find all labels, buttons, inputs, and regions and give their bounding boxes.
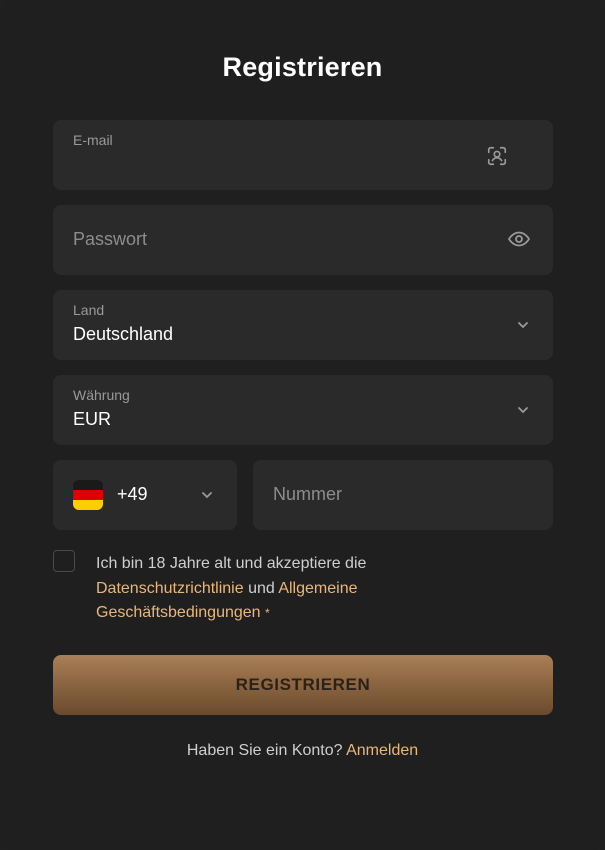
phone-number-field[interactable]: Nummer	[253, 460, 553, 530]
login-link[interactable]: Anmelden	[346, 742, 418, 759]
phone-code-value: +49	[117, 484, 148, 504]
privacy-policy-link[interactable]: Datenschutzrichtlinie	[96, 580, 244, 597]
login-prompt-text: Haben Sie ein Konto?	[186, 742, 347, 759]
terms-checkbox[interactable]	[53, 550, 75, 572]
currency-value: EUR	[73, 409, 112, 429]
chevron-down-icon	[199, 487, 215, 503]
country-value: Deutschland	[73, 324, 174, 344]
page-title: Registrieren	[222, 52, 383, 82]
password-field[interactable]: Passwort	[53, 205, 553, 275]
terms-text-middle: und	[243, 579, 279, 597]
register-button[interactable]: REGISTRIEREN	[53, 655, 553, 715]
phone-country-code-select[interactable]: +49	[53, 460, 237, 530]
registration-modal: Registrieren E-mail Passwort Land Deutsc…	[0, 0, 605, 850]
germany-flag-icon	[73, 480, 103, 510]
currency-label: Währung	[73, 387, 130, 403]
chevron-down-icon	[515, 402, 531, 418]
email-field[interactable]: E-mail	[53, 120, 553, 190]
country-label: Land	[73, 302, 105, 318]
chevron-down-icon	[515, 317, 531, 333]
phone-number-placeholder: Nummer	[273, 484, 343, 504]
terms-text-before: Ich bin 18 Jahre alt und akzeptiere die	[96, 555, 367, 572]
terms-text: Ich bin 18 Jahre alt und akzeptiere die …	[96, 552, 516, 626]
email-label: E-mail	[73, 132, 113, 148]
eye-icon[interactable]	[507, 227, 531, 251]
currency-select[interactable]: Währung EUR	[53, 375, 553, 445]
email-input[interactable]	[73, 156, 453, 178]
country-select[interactable]: Land Deutschland	[53, 290, 553, 360]
required-mark: *	[265, 606, 270, 620]
login-prompt: Haben Sie ein Konto? Anmelden	[0, 742, 605, 760]
face-scan-icon[interactable]	[485, 144, 509, 168]
password-placeholder: Passwort	[73, 229, 148, 249]
